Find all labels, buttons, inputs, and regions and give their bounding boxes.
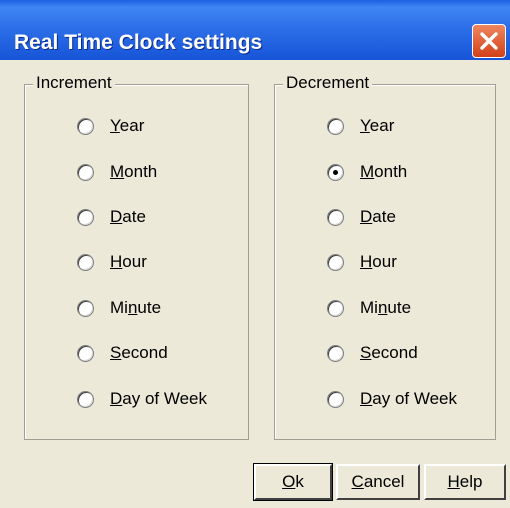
decrement-option-day-of-week[interactable]: Day of Week bbox=[327, 382, 457, 416]
decrement-option-date[interactable]: Date bbox=[327, 200, 396, 234]
radio-button[interactable] bbox=[327, 208, 344, 226]
radio-button[interactable] bbox=[327, 253, 344, 271]
radio-button[interactable] bbox=[77, 390, 94, 408]
radio-label: Hour bbox=[110, 252, 147, 271]
radio-label: Month bbox=[110, 162, 158, 181]
radio-label: Minute bbox=[110, 298, 162, 317]
increment-option-date[interactable]: Date bbox=[77, 200, 146, 234]
radio-button[interactable] bbox=[327, 299, 344, 317]
decrement-option-hour[interactable]: Hour bbox=[327, 245, 397, 279]
decrement-option-second[interactable]: Second bbox=[327, 336, 418, 370]
decrement-option-year[interactable]: Year bbox=[327, 109, 394, 143]
increment-option-day-of-week[interactable]: Day of Week bbox=[77, 382, 207, 416]
cancel-button-label: Cancel bbox=[351, 472, 405, 491]
radio-label: Second bbox=[360, 343, 418, 362]
radio-label: Date bbox=[110, 207, 146, 226]
radio-button[interactable] bbox=[327, 117, 344, 135]
ok-button-label: Ok bbox=[282, 472, 304, 491]
increment-group-label: Increment bbox=[33, 73, 115, 93]
radio-label: Date bbox=[360, 207, 396, 226]
help-button-label: Help bbox=[447, 472, 483, 491]
increment-option-minute[interactable]: Minute bbox=[77, 291, 161, 325]
radio-button[interactable] bbox=[77, 117, 94, 135]
cancel-button[interactable]: Cancel bbox=[336, 464, 420, 500]
radio-button[interactable] bbox=[327, 344, 344, 362]
radio-button[interactable] bbox=[77, 163, 94, 181]
decrement-option-minute[interactable]: Minute bbox=[327, 291, 411, 325]
title-bar[interactable]: Real Time Clock settings bbox=[0, 0, 510, 60]
radio-button[interactable] bbox=[77, 299, 94, 317]
increment-option-month[interactable]: Month bbox=[77, 155, 157, 189]
close-icon bbox=[480, 32, 498, 50]
increment-group: Increment Year Month Date Hour Minute Second D… bbox=[24, 73, 249, 440]
decrement-option-month[interactable]: Month bbox=[327, 155, 407, 189]
radio-label: Day of Week bbox=[110, 389, 208, 408]
window-title: Real Time Clock settings bbox=[14, 31, 263, 54]
ok-button[interactable]: Ok bbox=[253, 463, 333, 501]
radio-label: Second bbox=[110, 343, 168, 362]
radio-label: Year bbox=[110, 116, 145, 135]
decrement-group-label: Decrement bbox=[283, 73, 373, 93]
radio-button[interactable] bbox=[327, 390, 344, 408]
radio-label: Day of Week bbox=[360, 389, 458, 408]
radio-label: Minute bbox=[360, 298, 412, 317]
radio-label: Year bbox=[360, 116, 395, 135]
radio-label: Hour bbox=[360, 252, 397, 271]
radio-button[interactable] bbox=[77, 208, 94, 226]
radio-button[interactable] bbox=[77, 253, 94, 271]
radio-button[interactable] bbox=[77, 344, 94, 362]
increment-option-second[interactable]: Second bbox=[77, 336, 168, 370]
radio-button[interactable] bbox=[327, 163, 344, 181]
rtc-settings-dialog: Real Time Clock settings Increment Year M… bbox=[0, 0, 510, 508]
radio-label: Month bbox=[360, 162, 408, 181]
increment-option-hour[interactable]: Hour bbox=[77, 245, 147, 279]
decrement-group: Decrement Year Month Date Hour Minute Second D… bbox=[274, 73, 496, 440]
increment-option-year[interactable]: Year bbox=[77, 109, 144, 143]
close-button[interactable] bbox=[472, 24, 506, 58]
help-button[interactable]: Help bbox=[424, 464, 506, 500]
